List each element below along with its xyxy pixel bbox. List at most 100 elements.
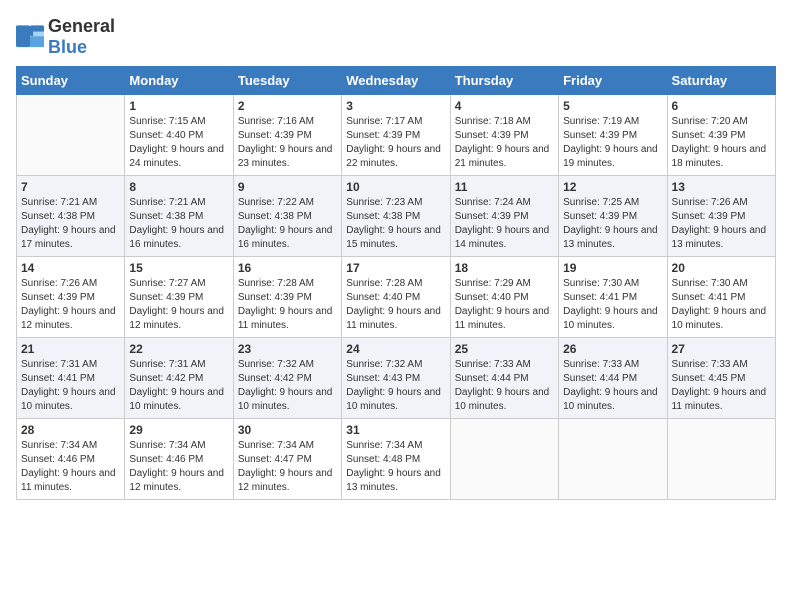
- day-detail: Sunrise: 7:32 AMSunset: 4:42 PMDaylight:…: [238, 358, 337, 414]
- day-detail: Sunrise: 7:30 AMSunset: 4:41 PMDaylight:…: [563, 277, 662, 333]
- day-number: 11: [455, 180, 554, 194]
- day-detail: Sunrise: 7:31 AMSunset: 4:42 PMDaylight:…: [129, 358, 228, 414]
- calendar-cell: 10 Sunrise: 7:23 AMSunset: 4:38 PMDayligh…: [342, 176, 450, 257]
- day-detail: Sunrise: 7:34 AMSunset: 4:46 PMDaylight:…: [21, 439, 120, 495]
- day-number: 29: [129, 423, 228, 437]
- day-detail: Sunrise: 7:33 AMSunset: 4:44 PMDaylight:…: [563, 358, 662, 414]
- day-number: 5: [563, 99, 662, 113]
- day-number: 1: [129, 99, 228, 113]
- calendar-cell: 23Sunrise: 7:32 AMSunset: 4:42 PMDayligh…: [233, 338, 341, 419]
- calendar-week-row: 7Sunrise: 7:21 AMSunset: 4:38 PMDaylight…: [17, 176, 776, 257]
- day-detail: Sunrise: 7:31 AMSunset: 4:41 PMDaylight:…: [21, 358, 120, 414]
- day-number: 3: [346, 99, 445, 113]
- day-number: 8: [129, 180, 228, 194]
- day-detail: Sunrise: 7:33 AMSunset: 4:45 PMDaylight:…: [672, 358, 771, 414]
- day-number: 14: [21, 261, 120, 275]
- day-number: 26: [563, 342, 662, 356]
- calendar-week-row: 28 Sunrise: 7:34 AMSunset: 4:46 PMDayligh…: [17, 419, 776, 500]
- day-number: 25: [455, 342, 554, 356]
- day-number: 15: [129, 261, 228, 275]
- calendar-cell: 25 Sunrise: 7:33 AMSunset: 4:44 PMDayligh…: [450, 338, 558, 419]
- calendar-cell: 8 Sunrise: 7:21 AMSunset: 4:38 PMDaylight…: [125, 176, 233, 257]
- day-detail: Sunrise: 7:30 AMSunset: 4:41 PMDaylight:…: [672, 277, 771, 333]
- day-detail: Sunrise: 7:15 AMSunset: 4:40 PMDaylight:…: [129, 115, 228, 171]
- column-header-wednesday: Wednesday: [342, 67, 450, 95]
- calendar-cell: 27 Sunrise: 7:33 AMSunset: 4:45 PMDayligh…: [667, 338, 775, 419]
- day-detail: Sunrise: 7:23 AMSunset: 4:38 PMDaylight:…: [346, 196, 445, 252]
- calendar-cell: 3 Sunrise: 7:17 AMSunset: 4:39 PMDaylight…: [342, 95, 450, 176]
- calendar-cell: 5Sunrise: 7:19 AMSunset: 4:39 PMDaylight…: [559, 95, 667, 176]
- day-number: 31: [346, 423, 445, 437]
- day-number: 21: [21, 342, 120, 356]
- day-number: 17: [346, 261, 445, 275]
- calendar-header-row: SundayMondayTuesdayWednesdayThursdayFrid…: [17, 67, 776, 95]
- calendar-cell: [667, 419, 775, 500]
- column-header-saturday: Saturday: [667, 67, 775, 95]
- calendar-cell: 22 Sunrise: 7:31 AMSunset: 4:42 PMDayligh…: [125, 338, 233, 419]
- day-number: 4: [455, 99, 554, 113]
- calendar-cell: 19 Sunrise: 7:30 AMSunset: 4:41 PMDayligh…: [559, 257, 667, 338]
- column-header-tuesday: Tuesday: [233, 67, 341, 95]
- day-detail: Sunrise: 7:26 AMSunset: 4:39 PMDaylight:…: [672, 196, 771, 252]
- day-detail: Sunrise: 7:16 AMSunset: 4:39 PMDaylight:…: [238, 115, 337, 171]
- day-number: 12: [563, 180, 662, 194]
- day-number: 22: [129, 342, 228, 356]
- calendar-cell: 1 Sunrise: 7:15 AMSunset: 4:40 PMDaylight…: [125, 95, 233, 176]
- column-header-sunday: Sunday: [17, 67, 125, 95]
- day-number: 27: [672, 342, 771, 356]
- day-number: 30: [238, 423, 337, 437]
- calendar-week-row: 14 Sunrise: 7:26 AMSunset: 4:39 PMDayligh…: [17, 257, 776, 338]
- day-detail: Sunrise: 7:22 AMSunset: 4:38 PMDaylight:…: [238, 196, 337, 252]
- day-detail: Sunrise: 7:34 AMSunset: 4:46 PMDaylight:…: [129, 439, 228, 495]
- calendar-table: SundayMondayTuesdayWednesdayThursdayFrid…: [16, 66, 776, 500]
- calendar-cell: 24Sunrise: 7:32 AMSunset: 4:43 PMDayligh…: [342, 338, 450, 419]
- day-detail: Sunrise: 7:20 AMSunset: 4:39 PMDaylight:…: [672, 115, 771, 171]
- day-number: 2: [238, 99, 337, 113]
- day-detail: Sunrise: 7:28 AMSunset: 4:40 PMDaylight:…: [346, 277, 445, 333]
- day-number: 28: [21, 423, 120, 437]
- day-detail: Sunrise: 7:28 AMSunset: 4:39 PMDaylight:…: [238, 277, 337, 333]
- calendar-cell: 31 Sunrise: 7:34 AMSunset: 4:48 PMDayligh…: [342, 419, 450, 500]
- column-header-thursday: Thursday: [450, 67, 558, 95]
- page-header: General Blue: [16, 16, 776, 58]
- day-number: 24: [346, 342, 445, 356]
- day-detail: Sunrise: 7:21 AMSunset: 4:38 PMDaylight:…: [129, 196, 228, 252]
- day-number: 20: [672, 261, 771, 275]
- logo-general: General: [48, 16, 115, 36]
- calendar-cell: 29 Sunrise: 7:34 AMSunset: 4:46 PMDayligh…: [125, 419, 233, 500]
- calendar-cell: 30Sunrise: 7:34 AMSunset: 4:47 PMDayligh…: [233, 419, 341, 500]
- day-number: 13: [672, 180, 771, 194]
- day-detail: Sunrise: 7:26 AMSunset: 4:39 PMDaylight:…: [21, 277, 120, 333]
- calendar-cell: 12 Sunrise: 7:25 AMSunset: 4:39 PMDayligh…: [559, 176, 667, 257]
- day-detail: Sunrise: 7:29 AMSunset: 4:40 PMDaylight:…: [455, 277, 554, 333]
- calendar-cell: 26 Sunrise: 7:33 AMSunset: 4:44 PMDayligh…: [559, 338, 667, 419]
- calendar-cell: 18Sunrise: 7:29 AMSunset: 4:40 PMDayligh…: [450, 257, 558, 338]
- day-number: 6: [672, 99, 771, 113]
- calendar-cell: [17, 95, 125, 176]
- calendar-cell: 17 Sunrise: 7:28 AMSunset: 4:40 PMDayligh…: [342, 257, 450, 338]
- calendar-cell: 16Sunrise: 7:28 AMSunset: 4:39 PMDayligh…: [233, 257, 341, 338]
- logo-icon: [16, 25, 44, 49]
- day-detail: Sunrise: 7:21 AMSunset: 4:38 PMDaylight:…: [21, 196, 120, 252]
- day-number: 10: [346, 180, 445, 194]
- calendar-cell: 15 Sunrise: 7:27 AMSunset: 4:39 PMDayligh…: [125, 257, 233, 338]
- calendar-cell: 4Sunrise: 7:18 AMSunset: 4:39 PMDaylight…: [450, 95, 558, 176]
- calendar-cell: 2 Sunrise: 7:16 AMSunset: 4:39 PMDaylight…: [233, 95, 341, 176]
- day-detail: Sunrise: 7:24 AMSunset: 4:39 PMDaylight:…: [455, 196, 554, 252]
- day-number: 9: [238, 180, 337, 194]
- day-number: 19: [563, 261, 662, 275]
- logo: General Blue: [16, 16, 115, 58]
- day-detail: Sunrise: 7:27 AMSunset: 4:39 PMDaylight:…: [129, 277, 228, 333]
- calendar-cell: 13 Sunrise: 7:26 AMSunset: 4:39 PMDayligh…: [667, 176, 775, 257]
- day-detail: Sunrise: 7:34 AMSunset: 4:48 PMDaylight:…: [346, 439, 445, 495]
- calendar-cell: 11 Sunrise: 7:24 AMSunset: 4:39 PMDayligh…: [450, 176, 558, 257]
- logo-blue: Blue: [48, 37, 87, 57]
- calendar-week-row: 1 Sunrise: 7:15 AMSunset: 4:40 PMDaylight…: [17, 95, 776, 176]
- day-detail: Sunrise: 7:17 AMSunset: 4:39 PMDaylight:…: [346, 115, 445, 171]
- calendar-cell: 6 Sunrise: 7:20 AMSunset: 4:39 PMDaylight…: [667, 95, 775, 176]
- day-detail: Sunrise: 7:25 AMSunset: 4:39 PMDaylight:…: [563, 196, 662, 252]
- day-detail: Sunrise: 7:33 AMSunset: 4:44 PMDaylight:…: [455, 358, 554, 414]
- calendar-cell: 7Sunrise: 7:21 AMSunset: 4:38 PMDaylight…: [17, 176, 125, 257]
- calendar-week-row: 21 Sunrise: 7:31 AMSunset: 4:41 PMDayligh…: [17, 338, 776, 419]
- calendar-cell: 28 Sunrise: 7:34 AMSunset: 4:46 PMDayligh…: [17, 419, 125, 500]
